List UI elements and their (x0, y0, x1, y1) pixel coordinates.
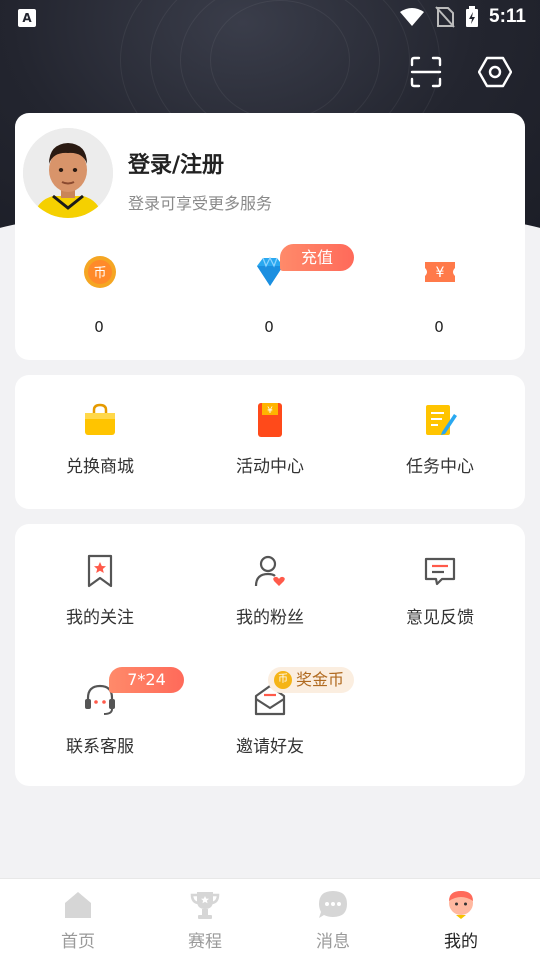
activity-center-button[interactable]: ¥ 活动中心 (200, 402, 340, 477)
coin-icon: 币 (84, 256, 116, 288)
tab-mine-label: 我的 (444, 932, 478, 952)
coin-count: 0 (94, 318, 104, 336)
bottom-tab-bar: 首页 赛程 消息 我的 (0, 878, 540, 960)
tab-home-label: 首页 (61, 932, 95, 952)
battery-charging-icon (466, 6, 479, 27)
profile-card: 登录/注册 登录可享受更多服务 币 0 0 充值 ¥ 0 (15, 113, 525, 360)
tab-schedule-label: 赛程 (188, 932, 222, 952)
invite-friends-label: 邀请好友 (236, 737, 304, 757)
no-sim-icon (435, 6, 455, 28)
settings-button[interactable] (475, 52, 515, 92)
profile-avatar-icon (449, 891, 473, 919)
contact-service-button[interactable]: 联系客服 (30, 682, 170, 757)
diamond-count: 0 (264, 318, 274, 336)
home-icon (65, 892, 91, 918)
login-register-title[interactable]: 登录/注册 (128, 147, 224, 179)
settings-hexagon-icon (478, 56, 512, 88)
my-fans-label: 我的粉丝 (236, 608, 304, 628)
ticket-icon: ¥ (425, 262, 455, 282)
activity-center-label: 活动中心 (236, 457, 304, 477)
reward-coin-label: 奖金币 (296, 670, 345, 689)
reward-coin-badge: 币 奖金币 (268, 667, 355, 693)
recharge-badge[interactable]: 充值 (280, 244, 354, 271)
message-icon (319, 891, 347, 918)
task-center-button[interactable]: 任务中心 (370, 402, 510, 477)
login-subtitle: 登录可享受更多服务 (128, 194, 273, 213)
tab-messages[interactable]: 消息 (283, 889, 383, 952)
scan-icon (410, 56, 442, 88)
avatar[interactable] (23, 128, 113, 218)
trophy-icon (190, 892, 220, 919)
feedback-button[interactable]: 意见反馈 (370, 553, 510, 628)
my-follows-button[interactable]: 我的关注 (30, 553, 170, 628)
red-envelope-icon: ¥ (258, 403, 282, 437)
app-notification-icon: A (18, 9, 36, 27)
contact-service-label: 联系客服 (66, 737, 134, 757)
features-card: 兑换商城 ¥ 活动中心 任务中心 (15, 375, 525, 509)
shopping-bag-icon (85, 403, 115, 435)
status-time: 5:11 (489, 6, 526, 27)
services-card: 我的关注 我的粉丝 意见反馈 联系客服 7*24 邀请好友 币 奖金币 (15, 524, 525, 786)
ticket-stat[interactable]: ¥ 0 (389, 253, 489, 343)
exchange-mall-button[interactable]: 兑换商城 (30, 402, 170, 477)
feedback-label: 意见反馈 (406, 608, 474, 628)
coin-stat[interactable]: 币 0 (49, 253, 149, 343)
scan-button[interactable] (406, 52, 446, 92)
bookmark-star-icon (87, 554, 113, 588)
my-follows-label: 我的关注 (66, 608, 134, 628)
fans-icon (254, 555, 285, 587)
small-coin-icon: 币 (274, 671, 292, 689)
tab-messages-label: 消息 (316, 932, 350, 952)
my-fans-button[interactable]: 我的粉丝 (200, 553, 340, 628)
wifi-icon (400, 8, 425, 26)
tab-schedule[interactable]: 赛程 (155, 889, 255, 952)
svg-text:¥: ¥ (267, 406, 273, 416)
svg-text:币: 币 (93, 266, 106, 281)
exchange-mall-label: 兑换商城 (66, 457, 134, 477)
tab-home[interactable]: 首页 (28, 889, 128, 952)
tab-mine[interactable]: 我的 (411, 889, 511, 952)
task-center-label: 任务中心 (406, 457, 474, 477)
svg-text:¥: ¥ (436, 265, 445, 281)
status-bar: A 5:11 (0, 0, 540, 36)
invite-friends-button[interactable]: 邀请好友 (200, 682, 340, 757)
feedback-icon (424, 557, 456, 586)
ticket-count: 0 (434, 318, 444, 336)
task-note-icon (426, 405, 457, 435)
service-hours-badge: 7*24 (109, 667, 184, 693)
